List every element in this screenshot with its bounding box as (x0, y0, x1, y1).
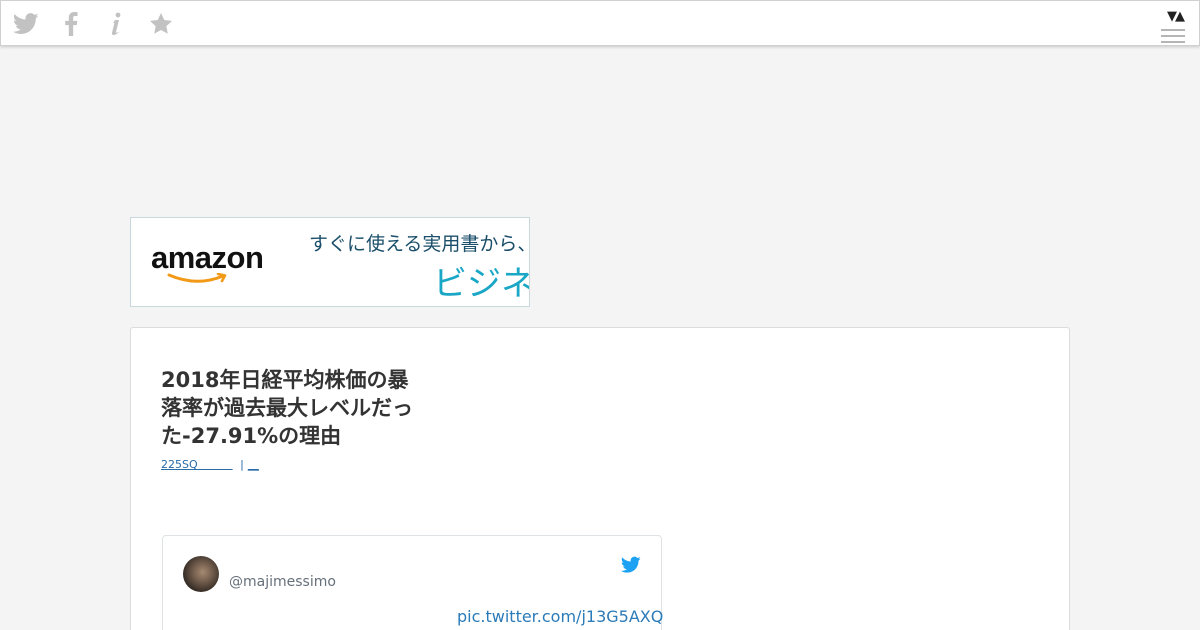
twitter-bird-icon[interactable] (621, 556, 641, 574)
category-link-spacer[interactable] (198, 458, 233, 471)
comment-count-link[interactable]: __ (248, 458, 259, 471)
category-link[interactable]: 225SQ (161, 458, 198, 471)
meta-separator: | (240, 458, 244, 471)
facebook-icon[interactable] (58, 11, 84, 37)
star-icon[interactable] (148, 11, 174, 37)
article-title: 2018年日経平均株価の暴 落率が過去最大レベルだっ た-27.91%の理由 (161, 366, 461, 450)
amazon-ad-banner[interactable]: amazon すぐに使える実用書から、話 ビジネス (130, 217, 530, 307)
ad-tagline: すぐに使える実用書から、話 (309, 233, 529, 255)
amazon-logo: amazon (151, 240, 264, 275)
article-title-line: 2018年日経平均株価の暴 (161, 368, 409, 392)
ad-headline: ビジネス (433, 264, 529, 304)
article-meta: 225SQ | __ (161, 458, 259, 471)
amazon-smile-icon (167, 273, 227, 283)
collapse-toggle-button[interactable]: ▼▲ (1167, 9, 1185, 25)
top-toolbar: ▼▲ (0, 0, 1200, 46)
article-card: 2018年日経平均株価の暴 落率が過去最大レベルだっ た-27.91%の理由 2… (130, 327, 1070, 630)
hamburger-menu-icon[interactable] (1161, 29, 1185, 47)
tweet-media-link[interactable]: pic.twitter.com/j13G5AXQ (457, 607, 663, 626)
article-title-line: 落率が過去最大レベルだっ (161, 396, 413, 420)
info-icon[interactable] (103, 11, 129, 37)
avatar[interactable] (183, 556, 219, 592)
twitter-icon[interactable] (13, 11, 39, 37)
article-title-line: た-27.91%の理由 (161, 424, 342, 448)
embedded-tweet[interactable]: @majimessimo pic.twitter.com/j13G5AXQ (162, 535, 663, 630)
tweet-handle[interactable]: @majimessimo (229, 574, 336, 590)
